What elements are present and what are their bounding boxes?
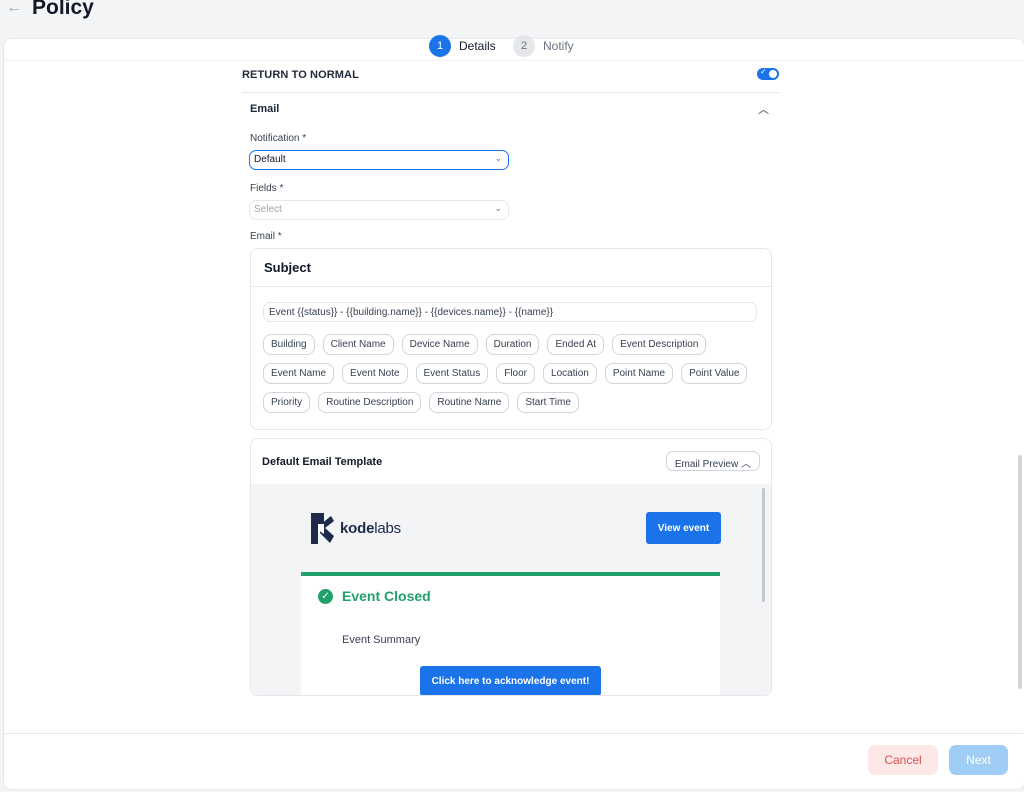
chip-point-name[interactable]: Point Name (604, 363, 674, 384)
divider (242, 92, 780, 93)
page-title: Policy (32, 0, 94, 19)
kodelabs-logo-icon (311, 513, 334, 544)
chevron-up-icon[interactable]: ︿ (758, 101, 769, 117)
view-event-button[interactable]: View event (646, 512, 721, 544)
chip-event-name[interactable]: Event Name (263, 363, 335, 384)
email-template-box: Default Email Template Email Preview ︿ k… (250, 438, 772, 696)
fields-select[interactable]: Select ⌄ (249, 200, 509, 220)
chip-routine-name[interactable]: Routine Name (429, 392, 510, 413)
subject-input[interactable]: Event {{status}} - {{building.name}} - {… (263, 302, 757, 322)
email-preview-label: Email Preview (674, 459, 739, 470)
chip-point-value[interactable]: Point Value (681, 363, 748, 384)
chip-building[interactable]: Building (263, 334, 315, 355)
arrow-left-icon[interactable]: ← (6, 0, 22, 17)
divider (251, 286, 771, 287)
notification-value: Default (254, 154, 286, 165)
acknowledge-button[interactable]: Click here to acknowledge event! (420, 666, 601, 695)
chevron-up-icon: ︿ (741, 459, 751, 470)
return-to-normal-toggle[interactable]: ✓ (757, 67, 779, 80)
email-section-title[interactable]: Email (250, 103, 279, 115)
event-status: ✓ Event Closed (318, 588, 431, 604)
next-button[interactable]: Next (949, 745, 1008, 775)
step-number: 2 (513, 35, 535, 57)
logo-text-kode: kode (340, 520, 375, 537)
return-to-normal-label: RETURN TO NORMAL (242, 69, 359, 81)
chip-event-note[interactable]: Event Note (342, 363, 408, 384)
return-to-normal-row: RETURN TO NORMAL ✓ (242, 67, 780, 93)
chip-start-time[interactable]: Start Time (517, 392, 579, 413)
step-label: Details (459, 39, 496, 53)
page-scrollbar[interactable] (1018, 455, 1022, 689)
top-bar: ← Policy (0, 0, 1024, 36)
step-label: Notify (543, 39, 574, 53)
check-circle-icon: ✓ (318, 588, 333, 604)
chips-row-3: Priority Routine Description Routine Nam… (263, 392, 579, 413)
subject-box: Subject Event {{status}} - {{building.na… (250, 248, 772, 430)
chip-duration[interactable]: Duration (485, 334, 540, 355)
chip-event-status[interactable]: Event Status (415, 363, 489, 384)
event-status-text: Event Closed (342, 588, 431, 604)
chip-location[interactable]: Location (543, 363, 597, 384)
logo-text-labs: labs (374, 520, 401, 537)
fields-placeholder: Select (254, 204, 282, 215)
step-number: 1 (429, 35, 451, 57)
kodelabs-logo: kodelabs (303, 512, 401, 545)
cancel-button[interactable]: Cancel (868, 745, 938, 775)
chip-floor[interactable]: Floor (496, 363, 536, 384)
template-title: Default Email Template (262, 456, 383, 468)
divider (3, 733, 1023, 734)
notification-label: Notification * (250, 133, 307, 144)
email-preview-area[interactable]: kodelabs View event ✓ Event Closed Event… (251, 484, 771, 695)
chip-client-name[interactable]: Client Name (322, 334, 394, 355)
event-card: ✓ Event Closed Event Summary Click here … (301, 572, 720, 695)
chip-event-description[interactable]: Event Description (612, 334, 707, 355)
notification-select[interactable]: Default ⌄ (249, 150, 509, 170)
divider (4, 60, 1024, 61)
email-preview-button[interactable]: Email Preview ︿ (665, 451, 760, 471)
chip-routine-description[interactable]: Routine Description (318, 392, 422, 413)
chip-ended-at[interactable]: Ended At (547, 334, 605, 355)
chips-row-2: Event Name Event Note Event Status Floor… (263, 363, 748, 384)
email-label: Email * (250, 231, 282, 242)
preview-scrollbar[interactable] (762, 488, 765, 602)
chip-priority[interactable]: Priority (263, 392, 311, 413)
check-icon: ✓ (760, 67, 767, 76)
subject-title: Subject (264, 260, 311, 275)
toggle-knob (769, 70, 777, 78)
fields-label: Fields * (250, 183, 284, 194)
step-details[interactable]: 1 Details (429, 35, 496, 57)
chips-row-1: Building Client Name Device Name Duratio… (263, 334, 707, 355)
chip-device-name[interactable]: Device Name (401, 334, 478, 355)
chevron-down-icon: ⌄ (494, 153, 502, 163)
event-summary: Event Summary (342, 634, 421, 646)
chevron-down-icon: ⌄ (494, 203, 502, 213)
step-notify[interactable]: 2 Notify (513, 35, 574, 57)
